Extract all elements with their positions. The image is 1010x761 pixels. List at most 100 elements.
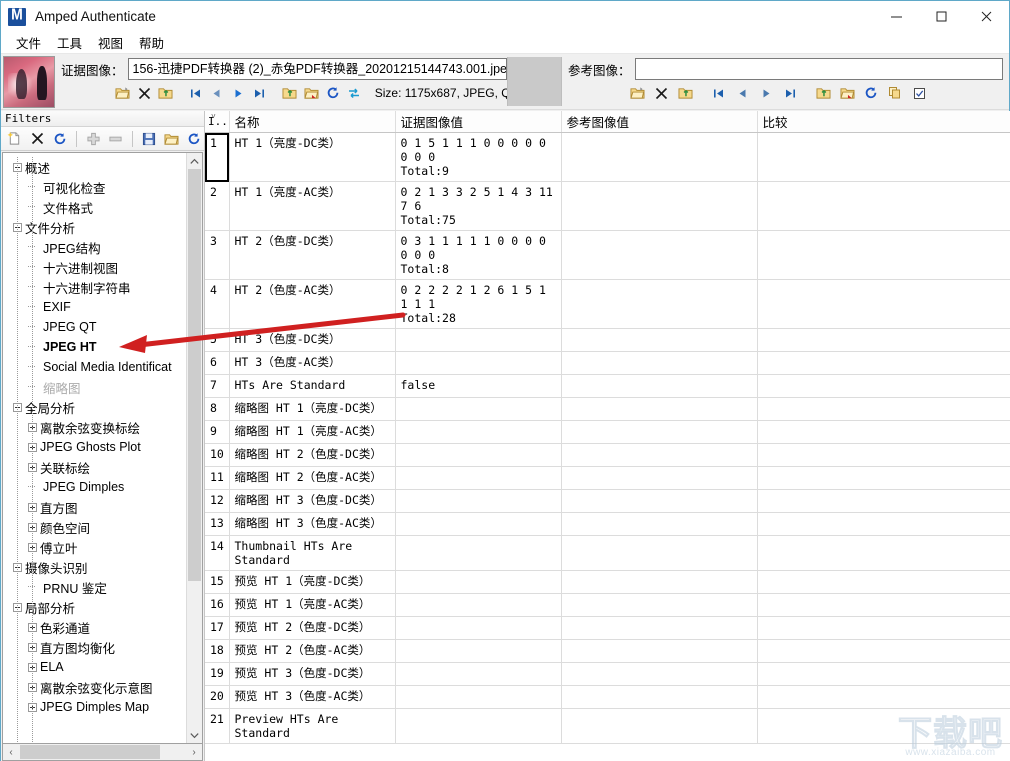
tree-item-摄像头识别[interactable]: 摄像头识别 (3, 557, 186, 577)
minimize-icon[interactable] (874, 1, 919, 32)
table-row[interactable]: 3 HT 2（色度-DC类） 0 3 1 1 1 1 1 0 0 0 0 0 0 0… (205, 230, 1010, 280)
tree-item-可视化检查[interactable]: 可视化检查 (3, 177, 186, 197)
export-reference-icon[interactable] (674, 83, 696, 104)
cell-compare[interactable] (757, 420, 1010, 444)
tree-item-exif[interactable]: EXIF (3, 297, 186, 317)
next-image-icon[interactable] (229, 83, 248, 104)
tree-item-文件分析[interactable]: 文件分析 (3, 217, 186, 237)
tree-item-jpeg-ht[interactable]: JPEG HT (3, 337, 186, 357)
table-row[interactable]: 9 缩略图 HT 1（亮度-AC类） (205, 420, 1010, 444)
cell-name[interactable]: HT 3（色度-DC类） (229, 328, 396, 352)
cell-compare[interactable] (757, 230, 1010, 280)
cell-compare[interactable] (757, 374, 1010, 398)
column-header-compare[interactable]: 比较 (757, 111, 1010, 133)
cell-evidence[interactable] (395, 639, 562, 663)
cell-evidence[interactable] (395, 420, 562, 444)
table-row[interactable]: 13 缩略图 HT 3（色度-AC类） (205, 512, 1010, 536)
cell-name[interactable]: HT 2（色度-DC类） (229, 230, 396, 280)
table-row[interactable]: 16 预览 HT 1（亮度-AC类） (205, 593, 1010, 617)
scrollbar-thumb[interactable] (188, 169, 201, 581)
table-row[interactable]: 21 Preview HTs Are Standard (205, 708, 1010, 744)
tree-item-ela[interactable]: ELA (3, 657, 186, 677)
cell-compare[interactable] (757, 685, 1010, 709)
cell-compare[interactable] (757, 639, 1010, 663)
add-filter-icon[interactable] (83, 129, 103, 149)
tree-item-jpeg-ghosts-plot[interactable]: JPEG Ghosts Plot (3, 437, 186, 457)
first-image-icon[interactable] (186, 83, 205, 104)
new-filter-icon[interactable] (5, 129, 25, 149)
cell-evidence[interactable] (395, 397, 562, 421)
cell-reference[interactable] (561, 512, 758, 536)
cell-evidence[interactable]: 0 2 1 3 3 2 5 1 4 3 11 7 6 Total:75 (395, 181, 562, 231)
reload-evidence-icon[interactable] (323, 83, 342, 104)
cell-name[interactable]: 缩略图 HT 1（亮度-DC类） (229, 397, 396, 421)
table-row[interactable]: 14 Thumbnail HTs Are Standard (205, 535, 1010, 571)
cell-evidence[interactable]: 0 3 1 1 1 1 1 0 0 0 0 0 0 0 Total:8 (395, 230, 562, 280)
cell-evidence[interactable] (395, 443, 562, 467)
table-row[interactable]: 18 预览 HT 2（色度-AC类） (205, 639, 1010, 663)
cell-index[interactable]: 20 (205, 685, 230, 709)
open-evidence-icon[interactable] (113, 83, 132, 104)
cell-reference[interactable] (561, 420, 758, 444)
remove-filter-icon[interactable] (106, 129, 126, 149)
tree-item-jpeg-qt[interactable]: JPEG QT (3, 317, 186, 337)
table-row[interactable]: 8 缩略图 HT 1（亮度-DC类） (205, 397, 1010, 421)
cell-name[interactable]: HT 2（色度-AC类） (229, 279, 396, 329)
cell-name[interactable]: Thumbnail HTs Are Standard (229, 535, 396, 571)
cell-index[interactable]: 11 (205, 466, 230, 490)
cell-compare[interactable] (757, 279, 1010, 329)
cell-evidence[interactable]: 0 1 5 1 1 1 0 0 0 0 0 0 0 0 Total:9 (395, 132, 562, 182)
cell-index[interactable]: 7 (205, 374, 230, 398)
cell-name[interactable]: Preview HTs Are Standard (229, 708, 396, 744)
remove-reference-folder-icon[interactable] (836, 83, 858, 104)
cell-evidence[interactable] (395, 328, 562, 352)
save-chain-icon[interactable] (139, 129, 159, 149)
load-reference-folder-icon[interactable] (812, 83, 834, 104)
tree-item-prnu-鉴定[interactable]: PRNU 鉴定 (3, 577, 186, 597)
tree-item-局部分析[interactable]: 局部分析 (3, 597, 186, 617)
cell-compare[interactable] (757, 397, 1010, 421)
tree-item-离散余弦变化示意图[interactable]: 离散余弦变化示意图 (3, 677, 186, 697)
cell-index[interactable]: 16 (205, 593, 230, 617)
cell-evidence[interactable]: 0 2 2 2 2 1 2 6 1 5 1 1 1 1 Total:28 (395, 279, 562, 329)
cell-name[interactable]: 预览 HT 1（亮度-AC类） (229, 593, 396, 617)
cell-index[interactable]: 5 (205, 328, 230, 352)
tree-item-jpeg-dimples-map[interactable]: JPEG Dimples Map (3, 697, 186, 717)
tree-item-十六进制字符串[interactable]: 十六进制字符串 (3, 277, 186, 297)
cell-reference[interactable] (561, 230, 758, 280)
tree-item-傅立叶[interactable]: 傅立叶 (3, 537, 186, 557)
table-row[interactable]: 4 HT 2（色度-AC类） 0 2 2 2 2 1 2 6 1 5 1 1 1 1… (205, 279, 1010, 329)
open-reference-icon[interactable] (626, 83, 648, 104)
tree-item-离散余弦变换标绘[interactable]: 离散余弦变换标绘 (3, 417, 186, 437)
cell-reference[interactable] (561, 181, 758, 231)
cell-index[interactable]: 6 (205, 351, 230, 375)
cell-compare[interactable] (757, 328, 1010, 352)
chevron-right-icon[interactable]: › (186, 747, 202, 758)
table-row[interactable]: 15 预览 HT 1（亮度-DC类） (205, 570, 1010, 594)
cell-name[interactable]: 缩略图 HT 2（色度-AC类） (229, 466, 396, 490)
table-row[interactable]: 7 HTs Are Standard false (205, 374, 1010, 398)
reload-reference-icon[interactable] (860, 83, 882, 104)
filters-vertical-scrollbar[interactable] (186, 153, 202, 743)
cell-evidence[interactable] (395, 708, 562, 744)
cell-compare[interactable] (757, 466, 1010, 490)
table-row[interactable]: 12 缩略图 HT 3（色度-DC类） (205, 489, 1010, 513)
table-row[interactable]: 17 预览 HT 2（色度-DC类） (205, 616, 1010, 640)
tree-item-直方图均衡化[interactable]: 直方图均衡化 (3, 637, 186, 657)
cell-reference[interactable] (561, 328, 758, 352)
cell-index[interactable]: 8 (205, 397, 230, 421)
close-evidence-icon[interactable] (134, 83, 153, 104)
table-row[interactable]: 11 缩略图 HT 2（色度-AC类） (205, 466, 1010, 490)
reference-path-input[interactable] (634, 58, 1003, 80)
first-reference-icon[interactable] (707, 83, 729, 104)
cell-evidence[interactable] (395, 351, 562, 375)
maximize-icon[interactable] (919, 1, 964, 32)
cell-reference[interactable] (561, 708, 758, 744)
next-reference-icon[interactable] (755, 83, 777, 104)
swap-images-icon[interactable] (344, 83, 363, 104)
cell-evidence[interactable] (395, 466, 562, 490)
cell-reference[interactable] (561, 570, 758, 594)
close-icon[interactable] (964, 1, 1009, 32)
check-reference-icon[interactable] (908, 83, 930, 104)
table-row[interactable]: 19 预览 HT 3（色度-DC类） (205, 662, 1010, 686)
